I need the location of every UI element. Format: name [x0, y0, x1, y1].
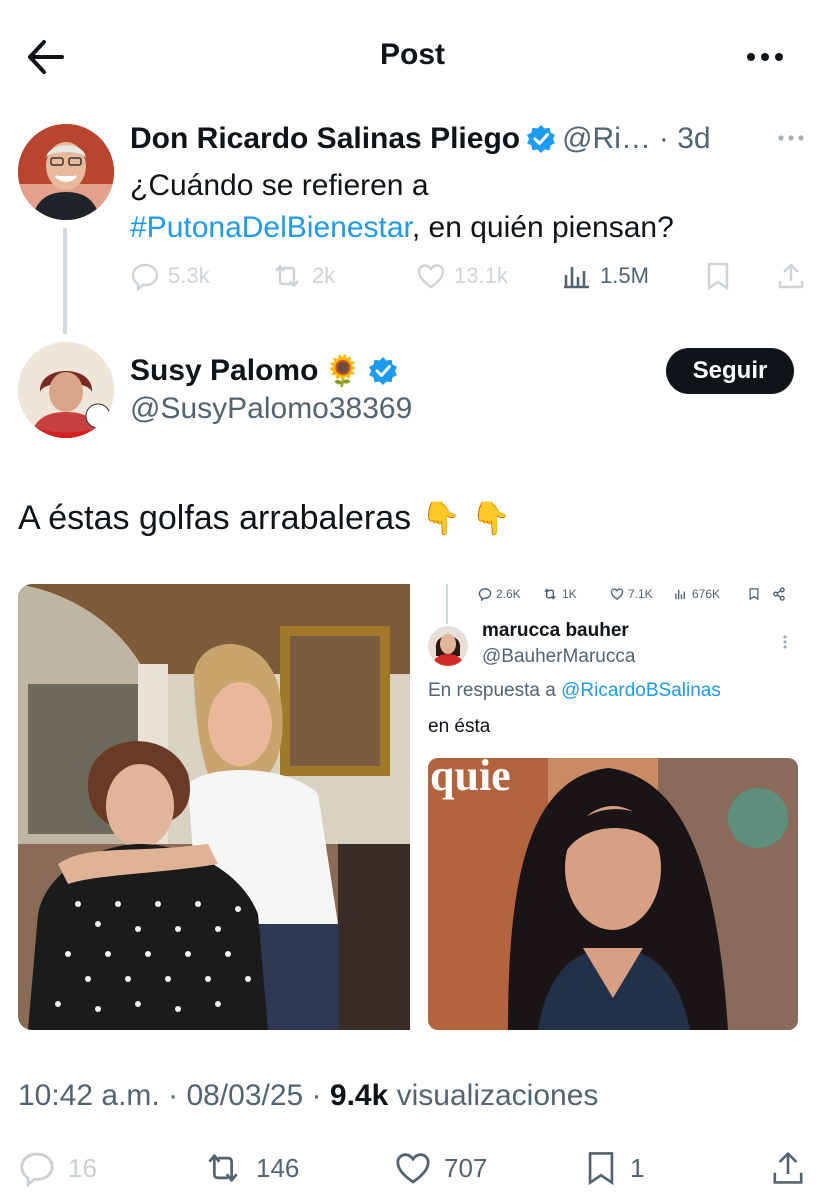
- parent-post-header: Don Ricardo Salinas Pliego @Ri… · 3d: [130, 118, 711, 160]
- mini-reposts: 1K: [542, 584, 577, 604]
- post-media[interactable]: 2.6K 1K 7.1K 676K marucca bauher @Bauher…: [18, 584, 808, 1030]
- parent-author-handle[interactable]: @Ri…: [562, 122, 651, 156]
- author-avatar[interactable]: [18, 342, 114, 438]
- reply-mention: @RicardoBSalinas: [561, 680, 721, 701]
- parent-post-time: · 3d: [658, 122, 711, 155]
- parent-views-count: 1.5M: [600, 263, 649, 288]
- author-handle[interactable]: @SusyPalomo38369: [130, 392, 412, 426]
- parent-text-part: ¿Cuándo se refieren a: [130, 169, 429, 202]
- parent-more-icon[interactable]: [776, 128, 806, 148]
- post-action-bar: 16 146 707 1: [18, 1146, 808, 1190]
- author-name[interactable]: Susy Palomo: [130, 354, 318, 388]
- parent-repost-button[interactable]: 2k: [270, 256, 335, 296]
- sunflower-emoji: 🌻: [324, 354, 362, 388]
- mini-avatar: [428, 626, 468, 666]
- mini-more-icon: [782, 634, 788, 655]
- post-date: 08/03/25: [186, 1079, 304, 1112]
- parent-text-part: , en quién piensan?: [411, 211, 674, 244]
- parent-reply-button[interactable]: 5.3k: [130, 256, 210, 296]
- mini-post-text: en ésta: [428, 716, 491, 737]
- parent-action-bar: 5.3k 2k 13.1k 1.5M: [130, 256, 810, 296]
- bookmark-count: 1: [630, 1152, 645, 1183]
- repost-button[interactable]: 146: [202, 1146, 299, 1190]
- mini-like-count: 7.1K: [628, 587, 653, 601]
- parent-like-count: 13.1k: [454, 263, 508, 288]
- like-count: 707: [444, 1152, 488, 1183]
- bookmark-icon: [707, 262, 729, 291]
- mini-bookmark-icon: [748, 584, 760, 604]
- hashtag-link[interactable]: #PutonaDelBienestar: [130, 211, 412, 244]
- reply-count: 16: [68, 1152, 97, 1183]
- mini-author-name: marucca bauher: [482, 620, 629, 641]
- photo-two-women[interactable]: [18, 584, 410, 1030]
- point-down-emoji: 👇: [421, 500, 461, 536]
- parent-views-button[interactable]: 1.5M: [562, 256, 649, 296]
- reply-prefix: En respuesta a: [428, 680, 556, 701]
- share-icon: [778, 263, 804, 289]
- bookmark-button[interactable]: 1: [584, 1146, 644, 1190]
- views-count[interactable]: 9.4k: [330, 1079, 388, 1112]
- parent-author-name[interactable]: Don Ricardo Salinas Pliego: [130, 122, 520, 156]
- mini-views-count: 676K: [692, 587, 721, 601]
- like-button[interactable]: 707: [394, 1146, 487, 1190]
- share-icon: [773, 1152, 803, 1184]
- mini-reply-count: 2.6K: [496, 587, 521, 601]
- repost-icon: [208, 1154, 238, 1182]
- reply-icon: [131, 263, 159, 291]
- more-options-icon[interactable]: [742, 42, 788, 72]
- parent-share-button[interactable]: [776, 256, 806, 296]
- post-text: A éstas golfas arrabaleras: [18, 499, 412, 537]
- heart-icon: [610, 588, 624, 600]
- mini-share-icon: [772, 584, 786, 604]
- repost-icon: [275, 264, 299, 288]
- heart-icon: [396, 1153, 430, 1184]
- share-button[interactable]: [770, 1146, 806, 1190]
- views-label[interactable]: visualizaciones: [397, 1079, 599, 1112]
- thread-connector-line: [63, 228, 67, 334]
- repost-icon: [544, 588, 556, 600]
- reply-icon: [478, 588, 492, 601]
- mini-likes: 7.1K: [610, 584, 653, 604]
- thread-line-mini: [446, 584, 448, 624]
- post-text-row: A éstas golfas arrabaleras 👇 👇: [18, 495, 511, 541]
- parent-bookmark-button[interactable]: [704, 256, 732, 296]
- views-chart-icon: [564, 267, 589, 289]
- mini-repost-count: 1K: [562, 587, 577, 601]
- mini-author-handle: @BauherMarucca: [482, 646, 636, 667]
- mini-views: 676K: [674, 584, 720, 604]
- mini-replies: 2.6K: [478, 584, 521, 604]
- repost-count: 146: [256, 1152, 300, 1183]
- point-down-emoji: 👇: [470, 500, 511, 536]
- reply-button[interactable]: 16: [18, 1146, 97, 1190]
- heart-icon: [417, 264, 445, 289]
- mini-reply-context: En respuesta a @RicardoBSalinas: [428, 680, 721, 702]
- post-meta: 10:42 a.m. · 08/03/25 · 9.4k visualizaci…: [18, 1079, 599, 1112]
- verified-badge-icon: [368, 356, 398, 386]
- author-name-row: Susy Palomo 🌻: [130, 350, 404, 392]
- page-title: Post: [379, 38, 445, 71]
- views-chart-icon: [675, 589, 685, 600]
- parent-repost-count: 2k: [312, 263, 336, 288]
- parent-reply-count: 5.3k: [168, 263, 210, 288]
- parent-like-button[interactable]: 13.1k: [416, 256, 508, 296]
- bookmark-icon: [588, 1152, 614, 1186]
- reply-icon: [20, 1152, 54, 1187]
- magazine-title-fragment: quie: [430, 758, 511, 800]
- follow-button[interactable]: Seguir: [666, 348, 794, 394]
- parent-author-avatar[interactable]: [18, 124, 114, 220]
- magazine-cover-image: quie: [428, 758, 798, 1030]
- embedded-screenshot[interactable]: 2.6K 1K 7.1K 676K marucca bauher @Bauher…: [422, 584, 808, 1030]
- verified-badge-icon: [526, 124, 556, 154]
- post-time: 10:42 a.m.: [18, 1079, 160, 1112]
- parent-post-text: ¿Cuándo se refieren a #PutonaDelBienesta…: [130, 165, 810, 249]
